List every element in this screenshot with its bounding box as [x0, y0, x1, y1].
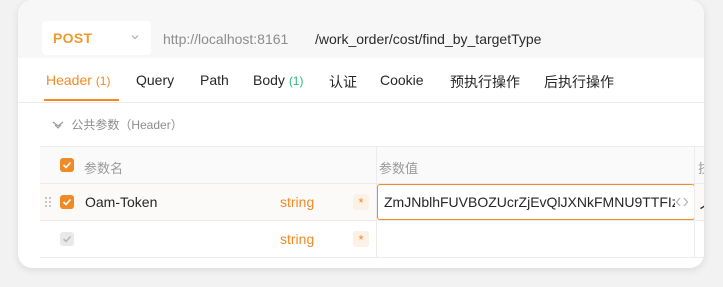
tab-path[interactable]: Path [200, 72, 229, 88]
tab-cookie[interactable]: Cookie [380, 72, 424, 88]
chevron-down-icon [131, 35, 139, 40]
column-divider [376, 147, 377, 257]
request-panel: POST http://localhost:8161 /work_order/c… [18, 0, 704, 268]
description-cell[interactable]: ノ [698, 194, 704, 214]
tab-label: Body [253, 72, 285, 88]
param-type[interactable]: string [280, 231, 314, 247]
tab-header[interactable]: Header (1) [46, 72, 110, 88]
collapse-icon [52, 121, 64, 129]
check-icon [62, 198, 72, 206]
active-tab-indicator [44, 99, 119, 101]
column-header-name: 参数名 [84, 161, 124, 176]
param-type[interactable]: string [280, 194, 314, 210]
expand-editor-icon[interactable] [675, 195, 689, 209]
required-toggle[interactable]: * [353, 194, 369, 210]
url-path-input[interactable]: /work_order/cost/find_by_targetType [315, 31, 541, 47]
param-value-input[interactable]: ZmJNblhFUVBOZUcrZjEvQlJXNkFMNU9TTFIzL [377, 184, 695, 220]
column-header-cut: 技 [698, 158, 704, 177]
drag-handle-icon[interactable] [44, 196, 52, 208]
row-checkbox[interactable] [60, 195, 74, 209]
required-toggle[interactable]: * [353, 231, 369, 247]
table-header: 参数名 参数值 技 [40, 147, 704, 184]
section-title[interactable]: 公共参数（Header） [52, 116, 183, 133]
param-value: ZmJNblhFUVBOZUcrZjEvQlJXNkFMNU9TTFIzL [384, 194, 687, 210]
check-icon [62, 235, 72, 243]
method-label: POST [53, 30, 93, 46]
check-icon [62, 161, 72, 169]
tab-auth[interactable]: 认证 [329, 72, 357, 92]
tab-post-script[interactable]: 后执行操作 [544, 72, 614, 92]
select-all-checkbox[interactable] [60, 158, 74, 172]
table-row: string * [40, 221, 704, 258]
tab-pre-script[interactable]: 预执行操作 [450, 72, 520, 92]
url-host[interactable]: http://localhost:8161 [163, 31, 288, 47]
tab-query[interactable]: Query [136, 72, 174, 88]
tab-count: (1) [95, 74, 111, 88]
table-row: Oam-Token string * ZmJNblhFUVBOZUcrZjEvQ… [40, 184, 704, 221]
tab-body[interactable]: Body (1) [253, 72, 303, 88]
row-checkbox[interactable] [60, 232, 74, 246]
tab-label: Header [46, 72, 92, 88]
section-label: 公共参数（Header） [71, 118, 183, 132]
url-bar: POST http://localhost:8161 /work_order/c… [18, 0, 704, 58]
params-table: 参数名 参数值 技 Oam-Token string * ZmJNblhFUVB… [40, 146, 704, 258]
param-name[interactable]: Oam-Token [85, 194, 157, 210]
tab-count: (1) [288, 74, 304, 88]
method-select[interactable]: POST [42, 21, 151, 55]
column-divider [694, 147, 695, 257]
column-header-value: 参数值 [379, 161, 419, 176]
request-tabs: Header (1) Query Path Body (1) 认证 Cookie… [18, 58, 704, 103]
